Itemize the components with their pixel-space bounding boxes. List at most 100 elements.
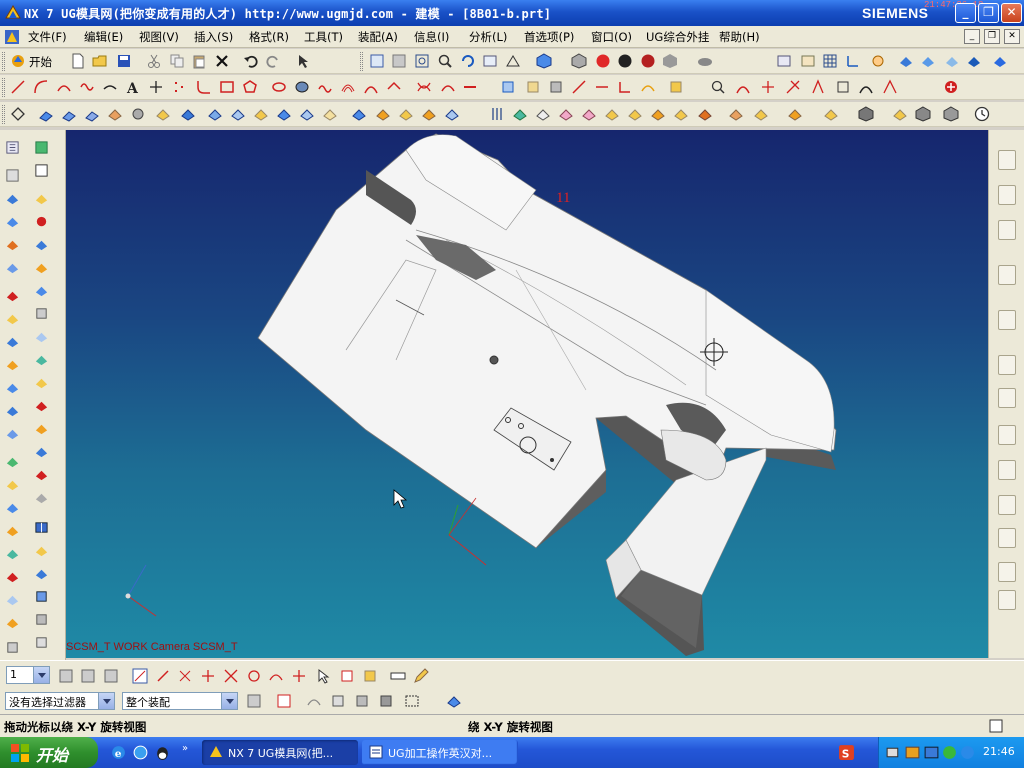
visual-effects-tab-icon[interactable] <box>998 528 1016 548</box>
rectangle-icon[interactable] <box>219 79 235 95</box>
feature-selection-icon[interactable] <box>276 693 292 709</box>
offset-surface-icon[interactable] <box>5 477 20 492</box>
block-icon[interactable] <box>5 191 20 206</box>
start-button[interactable]: 开始 <box>0 737 98 768</box>
restore-button[interactable]: ❐ <box>978 3 999 23</box>
curve-length-icon[interactable] <box>710 79 726 95</box>
toolbar-grip[interactable] <box>2 52 5 71</box>
through-mesh-icon[interactable] <box>34 375 49 390</box>
palette-tab-icon[interactable] <box>998 425 1016 445</box>
cooling-icon[interactable] <box>5 569 20 584</box>
revolve-icon[interactable] <box>61 106 77 122</box>
menu-tools[interactable]: 工具(T) <box>304 29 343 45</box>
volume-tray-icon[interactable] <box>959 744 976 761</box>
edit-curve-icon[interactable] <box>785 79 801 95</box>
deselect-icon[interactable] <box>80 668 96 684</box>
perspective-icon[interactable] <box>505 53 521 69</box>
replace-face-icon[interactable] <box>558 106 574 122</box>
face-analysis-icon[interactable] <box>662 53 678 69</box>
menu-view[interactable]: 视图(V) <box>139 29 179 45</box>
rotate-icon[interactable] <box>460 53 476 69</box>
work-layer-select[interactable]: 1 <box>6 666 50 684</box>
slider-icon[interactable] <box>5 592 20 607</box>
graphics-window[interactable]: 11 SCSM_T WORK Camera SCSM_T <box>66 130 988 658</box>
text-icon[interactable]: A <box>125 79 141 95</box>
menu-ug-plugin[interactable]: UG综合外挂 <box>646 29 709 45</box>
history-list-tab-icon[interactable] <box>998 590 1016 610</box>
relate-face-icon[interactable] <box>787 106 803 122</box>
history-clock-icon[interactable] <box>974 106 990 122</box>
chamfer-icon[interactable] <box>299 106 315 122</box>
combined-curve-icon[interactable] <box>416 79 432 95</box>
optimize-face-icon[interactable] <box>892 106 908 122</box>
constraint-navigator-tab-icon[interactable] <box>998 185 1016 205</box>
toolbar-grip[interactable] <box>2 105 5 124</box>
layer-settings-icon[interactable] <box>776 53 792 69</box>
menu-format[interactable]: 格式(R) <box>249 29 289 45</box>
curve-params-icon[interactable] <box>810 79 826 95</box>
layer-box-icon[interactable] <box>34 163 49 178</box>
mdi-minimize-button[interactable]: _ <box>964 29 980 44</box>
snap-point-icon[interactable] <box>920 53 936 69</box>
paste-icon[interactable] <box>191 53 207 69</box>
helix-icon[interactable] <box>294 79 310 95</box>
selection-icon[interactable] <box>296 53 312 69</box>
boss-icon[interactable] <box>130 106 146 122</box>
pocket-icon[interactable] <box>155 106 171 122</box>
part-navigator-tab-icon[interactable] <box>998 220 1016 240</box>
snap-point-icon[interactable] <box>34 140 49 155</box>
thread-icon[interactable] <box>5 237 20 252</box>
patch-icon[interactable] <box>5 311 20 326</box>
ruled-surface-icon[interactable] <box>34 352 49 367</box>
intersect-curve-icon[interactable] <box>440 79 456 95</box>
pad-icon[interactable] <box>180 106 196 122</box>
zoom-window-icon[interactable] <box>414 53 430 69</box>
snap-bounded-icon[interactable] <box>362 668 378 684</box>
subtract-icon[interactable] <box>230 106 246 122</box>
mirror-icon[interactable] <box>444 106 460 122</box>
menu-help[interactable]: 帮助(H) <box>719 29 760 45</box>
split-body-icon[interactable] <box>398 106 414 122</box>
background-icon[interactable] <box>697 53 713 69</box>
history-tab-icon[interactable] <box>998 355 1016 375</box>
wcs-icon[interactable] <box>845 53 861 69</box>
curve-rule-icon[interactable] <box>306 693 322 709</box>
insert-icon[interactable] <box>34 612 49 627</box>
sync-model-icon[interactable] <box>489 106 505 122</box>
constrain-face-icon[interactable] <box>753 106 769 122</box>
snap-view-icon[interactable] <box>898 53 914 69</box>
trim-corner-icon[interactable] <box>617 79 633 95</box>
shell-icon[interactable] <box>322 106 338 122</box>
sew-icon[interactable] <box>5 334 20 349</box>
extrude-icon[interactable] <box>38 106 54 122</box>
general-selection-icon[interactable] <box>246 693 262 709</box>
menu-edit[interactable]: 编辑(E) <box>84 29 123 45</box>
info-window-icon[interactable] <box>988 718 1004 734</box>
redo-icon[interactable] <box>265 53 281 69</box>
snap-quadrant-icon[interactable] <box>246 668 262 684</box>
move-face-icon[interactable] <box>512 106 528 122</box>
mdi-close-button[interactable]: ✕ <box>1004 29 1020 44</box>
magnifier-icon[interactable] <box>437 53 453 69</box>
menu-insert[interactable]: 插入(S) <box>194 29 233 45</box>
taskbar-item-nx[interactable]: NX 7 UG模具网(把... <box>202 740 358 765</box>
browser-icon[interactable] <box>132 744 149 761</box>
mold-tool-icon[interactable] <box>5 523 20 538</box>
offset-region-icon[interactable] <box>5 288 20 303</box>
snap-intersection-icon[interactable] <box>200 668 216 684</box>
swept-surface-icon[interactable] <box>34 398 49 413</box>
close-button[interactable]: ✕ <box>1001 3 1022 23</box>
intersect-icon[interactable] <box>253 106 269 122</box>
scope-filter-select[interactable]: 整个装配 <box>122 692 238 710</box>
menu-preferences[interactable]: 首选项(P) <box>524 29 574 45</box>
nx-menu-icon[interactable] <box>4 29 20 45</box>
type-filter-select[interactable]: 没有选择过滤器 <box>5 692 115 710</box>
standard-parts-icon[interactable] <box>5 640 20 655</box>
component-rule-icon[interactable] <box>378 693 394 709</box>
roles-tab-icon[interactable] <box>998 460 1016 480</box>
fillet-icon[interactable] <box>196 79 212 95</box>
save-icon[interactable] <box>116 53 132 69</box>
cursor-location-icon[interactable] <box>316 668 332 684</box>
offset-face-icon[interactable] <box>535 106 551 122</box>
delete-icon[interactable] <box>214 53 230 69</box>
